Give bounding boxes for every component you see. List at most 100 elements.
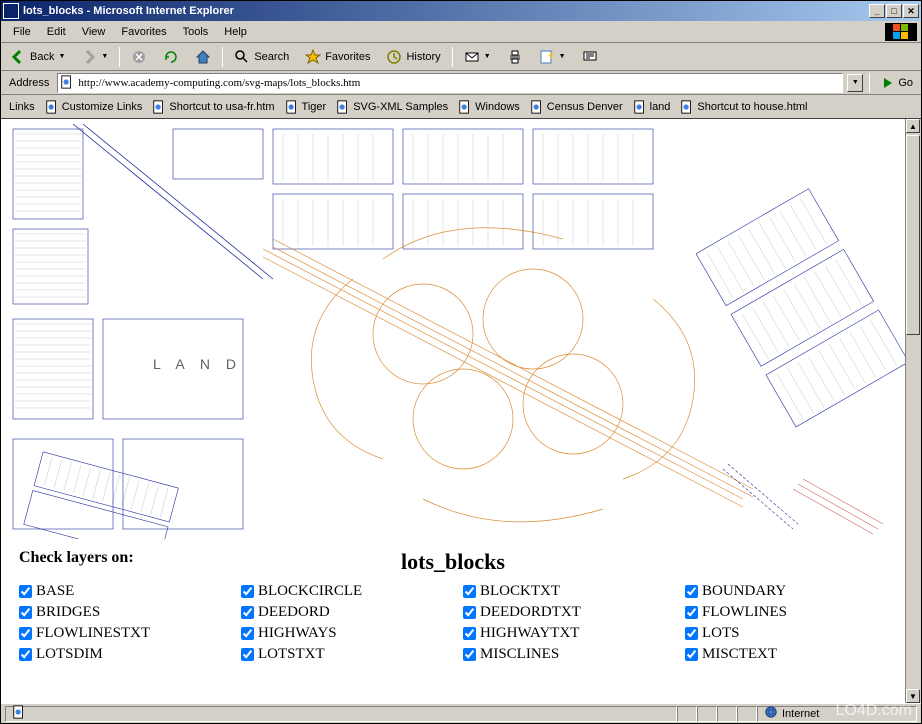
menu-tools[interactable]: Tools [175,24,217,40]
menu-view[interactable]: View [74,24,114,40]
svg-text:L A N D: L A N D [153,356,242,372]
layer-checkbox-base[interactable] [19,585,32,598]
link-svg-xml[interactable]: SVG-XML Samples [332,98,452,116]
page-icon [285,100,299,114]
back-button[interactable]: Back ▼ [3,46,72,68]
page-icon [12,705,26,722]
layer-checkbox-highwaytxt[interactable] [463,627,476,640]
discuss-button[interactable] [575,46,605,68]
print-button[interactable] [500,46,530,68]
minimize-button[interactable]: _ [869,4,885,18]
status-seg-3 [717,706,737,722]
menu-help[interactable]: Help [216,24,255,40]
titlebar-text: lots_blocks - Microsoft Internet Explore… [23,5,869,17]
layer-item-base: BASE [19,583,221,600]
layer-checkbox-flowlines[interactable] [685,606,698,619]
titlebar-buttons: _ □ ✕ [869,4,919,18]
layer-checkbox-boundary[interactable] [685,585,698,598]
address-input[interactable] [78,77,840,89]
forward-button[interactable]: ▼ [74,46,115,68]
layer-label: LOTS [702,625,740,642]
page-title: lots_blocks [401,549,505,575]
layer-checkbox-lotsdim[interactable] [19,648,32,661]
close-button[interactable]: ✕ [903,4,919,18]
address-dropdown-button[interactable]: ▼ [847,74,863,92]
link-census-denver[interactable]: Census Denver [526,98,627,116]
dropdown-arrow-icon: ▼ [101,53,108,60]
menu-file[interactable]: File [5,24,39,40]
svg-map[interactable]: L A N D [1,119,905,539]
layers-section: Check layers on: lots_blocks BASE BLOCKCI… [1,539,905,673]
scroll-thumb[interactable] [906,135,920,335]
layer-checkbox-lots[interactable] [685,627,698,640]
layer-item-deedord: DEEDORD [241,604,443,621]
print-icon [507,49,523,65]
page-icon [336,100,350,114]
layer-label: BLOCKCIRCLE [258,583,362,600]
go-label: Go [898,77,913,89]
link-tiger[interactable]: Tiger [281,98,331,116]
zone-label: Internet [782,708,819,720]
back-label: Back [30,51,54,63]
vertical-scrollbar[interactable]: ▲ ▼ [905,119,921,703]
page-icon [458,100,472,114]
link-shortcut-house[interactable]: Shortcut to house.html [676,98,811,116]
layer-item-misclines: MISCLINES [463,646,665,663]
link-customize[interactable]: Customize Links [41,98,147,116]
layer-checkbox-flowlinestxt[interactable] [19,627,32,640]
layer-item-blocktxt: BLOCKTXT [463,583,665,600]
link-shortcut-usa-fr[interactable]: Shortcut to usa-fr.htm [148,98,278,116]
home-button[interactable] [188,46,218,68]
mail-button[interactable]: ▼ [457,46,498,68]
scroll-up-button[interactable]: ▲ [906,119,920,133]
layer-checkbox-deedordtxt[interactable] [463,606,476,619]
layer-label: DEEDORDTXT [480,604,581,621]
history-icon [386,49,402,65]
edit-button[interactable]: ▼ [532,46,573,68]
search-icon [234,49,250,65]
toolbar: Back ▼ ▼ [1,43,921,71]
address-input-wrap [57,73,843,93]
status-seg-4 [737,706,757,722]
refresh-button[interactable] [156,46,186,68]
menu-edit[interactable]: Edit [39,24,74,40]
layer-checkbox-blocktxt[interactable] [463,585,476,598]
layer-item-misctext: MISCTEXT [685,646,887,663]
favorites-button[interactable]: Favorites [298,46,377,68]
dropdown-arrow-icon: ▼ [559,53,566,60]
status-seg-1 [677,706,697,722]
layer-checkbox-lotstxt[interactable] [241,648,254,661]
stop-icon [131,49,147,65]
go-icon [880,75,896,91]
addressbar: Address ▼ Go [1,71,921,95]
stop-button[interactable] [124,46,154,68]
scroll-down-button[interactable]: ▼ [906,689,920,703]
layer-label: MISCLINES [480,646,559,663]
back-arrow-icon [10,49,26,65]
menu-favorites[interactable]: Favorites [113,24,174,40]
layer-checkbox-misclines[interactable] [463,648,476,661]
layer-checkbox-highways[interactable] [241,627,254,640]
layer-checkbox-blockcircle[interactable] [241,585,254,598]
layer-checkbox-deedord[interactable] [241,606,254,619]
page-icon [45,100,59,114]
history-button[interactable]: History [379,46,447,68]
content-area: L A N D Check layers on: lots_blocks BAS… [1,119,921,703]
layer-checkbox-misctext[interactable] [685,648,698,661]
viewport: L A N D Check layers on: lots_blocks BAS… [1,119,905,703]
layer-checkbox-bridges[interactable] [19,606,32,619]
search-button[interactable]: Search [227,46,296,68]
links-label: Links [5,101,39,113]
layer-item-highwaytxt: HIGHWAYTXT [463,625,665,642]
layer-label: FLOWLINES [702,604,787,621]
link-windows[interactable]: Windows [454,98,524,116]
layer-label: HIGHWAYTXT [480,625,579,642]
link-land[interactable]: land [629,98,675,116]
go-button[interactable]: Go [876,75,917,91]
refresh-icon [163,49,179,65]
forward-arrow-icon [81,49,97,65]
page-icon [60,75,76,91]
layers-header: Check layers on: [19,549,134,567]
layer-label: BLOCKTXT [480,583,560,600]
maximize-button[interactable]: □ [886,4,902,18]
